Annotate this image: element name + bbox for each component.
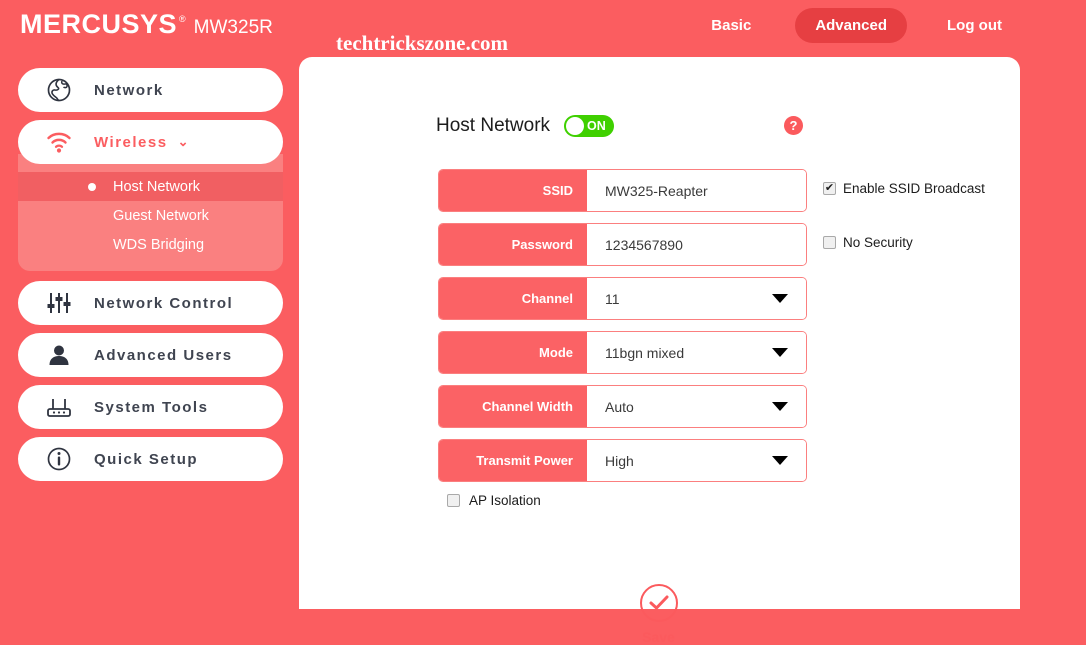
- brand-name: MERCUSYS: [20, 9, 178, 39]
- no-security-row: No Security: [823, 235, 913, 250]
- device-model: MW325R: [193, 17, 273, 38]
- sidebar-item-label: Wireless: [94, 133, 168, 151]
- ap-isolation-label: AP Isolation: [469, 493, 541, 508]
- nav-advanced[interactable]: Advanced: [795, 8, 908, 43]
- mode-label: Mode: [439, 332, 587, 373]
- ssid-label: SSID: [439, 170, 587, 211]
- sliders-icon: [44, 288, 74, 318]
- enable-ssid-broadcast-label: Enable SSID Broadcast: [843, 181, 985, 196]
- sidebar-item-label: Advanced Users: [94, 346, 233, 364]
- password-input[interactable]: 1234567890: [587, 224, 806, 265]
- form-row-ssid: SSID MW325-Reapter Enable SSID Broadcast: [438, 169, 998, 212]
- sidebar-item-wireless[interactable]: Wireless ⌄: [18, 120, 283, 164]
- form-row-mode: Mode 11bgn mixed: [438, 331, 998, 374]
- mode-field[interactable]: Mode 11bgn mixed: [438, 331, 807, 374]
- sidebar-item-quick-setup[interactable]: Quick Setup: [18, 437, 283, 481]
- toggle-label: ON: [587, 119, 606, 133]
- form-row-channel: Channel 11: [438, 277, 998, 320]
- sidebar-item-system-tools[interactable]: System Tools: [18, 385, 283, 429]
- router-icon: [44, 392, 74, 422]
- registered-mark-icon: ®: [179, 14, 186, 24]
- check-icon: [649, 595, 668, 610]
- app-header: MERCUSYS ® MW325R techtrickszone.com Bas…: [0, 0, 1086, 55]
- wifi-icon: [44, 127, 74, 157]
- ap-isolation-row: AP Isolation: [447, 493, 998, 508]
- enable-ssid-broadcast-checkbox[interactable]: [823, 182, 836, 195]
- help-icon[interactable]: ?: [784, 116, 803, 135]
- password-label: Password: [439, 224, 587, 265]
- page-header: Host Network ON ?: [436, 115, 956, 137]
- sidebar-item-label: Network Control: [94, 294, 234, 312]
- submenu-item-label: Guest Network: [113, 207, 209, 224]
- transmit-power-field[interactable]: Transmit Power High: [438, 439, 807, 482]
- sidebar-item-network[interactable]: Network: [18, 68, 283, 112]
- no-security-label: No Security: [843, 235, 913, 250]
- channel-width-field[interactable]: Channel Width Auto: [438, 385, 807, 428]
- sidebar-item-label: System Tools: [94, 398, 209, 416]
- chevron-down-icon: ⌄: [177, 134, 189, 149]
- chevron-down-icon: [772, 402, 788, 411]
- submenu-item-guest-network[interactable]: Guest Network: [18, 201, 283, 230]
- sidebar-item-label: Network: [94, 81, 164, 99]
- bullet-icon: [88, 212, 96, 220]
- brand-logo: MERCUSYS ® MW325R: [20, 9, 273, 40]
- bullet-icon: [88, 241, 96, 249]
- sidebar-navigation: Network Wireless ⌄ Host Network Guest Ne…: [18, 68, 283, 489]
- chevron-down-icon: [772, 348, 788, 357]
- channel-width-label: Channel Width: [439, 386, 587, 427]
- form-row-channel-width: Channel Width Auto: [438, 385, 998, 428]
- globe-icon: [44, 75, 74, 105]
- page-title: Host Network: [436, 115, 551, 136]
- site-watermark: techtrickszone.com: [336, 31, 509, 55]
- nav-basic[interactable]: Basic: [691, 8, 771, 43]
- submenu-item-label: Host Network: [113, 178, 201, 195]
- active-bullet-icon: [88, 182, 96, 191]
- chevron-down-icon: [772, 456, 788, 465]
- channel-field[interactable]: Channel 11: [438, 277, 807, 320]
- enable-ssid-broadcast-row: Enable SSID Broadcast: [823, 181, 985, 196]
- submenu-item-wds-bridging[interactable]: WDS Bridging: [18, 230, 283, 259]
- toggle-knob: [566, 117, 585, 135]
- sidebar-item-advanced-users[interactable]: Advanced Users: [18, 333, 283, 377]
- top-navigation: Basic Advanced Log out: [691, 8, 1086, 43]
- sidebar-item-network-control[interactable]: Network Control: [18, 281, 283, 325]
- transmit-power-select[interactable]: High: [587, 440, 806, 481]
- host-network-toggle[interactable]: ON: [564, 115, 615, 137]
- channel-width-select[interactable]: Auto: [587, 386, 806, 427]
- info-circle-icon: [44, 444, 74, 474]
- submenu-item-label: WDS Bridging: [113, 236, 205, 253]
- save-area: Save: [438, 584, 879, 645]
- mode-select[interactable]: 11bgn mixed: [587, 332, 806, 373]
- submenu-item-host-network[interactable]: Host Network: [18, 172, 283, 201]
- channel-select[interactable]: 11: [587, 278, 806, 319]
- chevron-down-icon: [772, 294, 788, 303]
- content-panel: Host Network ON ? SSID MW325-Reapter Ena…: [299, 57, 1020, 645]
- host-network-form: SSID MW325-Reapter Enable SSID Broadcast…: [438, 169, 998, 645]
- ap-isolation-checkbox[interactable]: [447, 494, 460, 507]
- save-button[interactable]: [639, 584, 678, 622]
- wireless-submenu: Host Network Guest Network WDS Bridging: [18, 154, 283, 271]
- password-field[interactable]: Password 1234567890: [438, 223, 807, 266]
- form-row-password: Password 1234567890 No Security: [438, 223, 998, 266]
- no-security-checkbox[interactable]: [823, 236, 836, 249]
- channel-label: Channel: [439, 278, 587, 319]
- form-row-transmit-power: Transmit Power High: [438, 439, 998, 482]
- ssid-input[interactable]: MW325-Reapter: [587, 170, 806, 211]
- nav-logout[interactable]: Log out: [927, 8, 1022, 43]
- transmit-power-label: Transmit Power: [439, 440, 587, 481]
- save-label: Save: [642, 629, 675, 645]
- ssid-field[interactable]: SSID MW325-Reapter: [438, 169, 807, 212]
- sidebar-item-label: Quick Setup: [94, 450, 199, 468]
- user-icon: [44, 340, 74, 370]
